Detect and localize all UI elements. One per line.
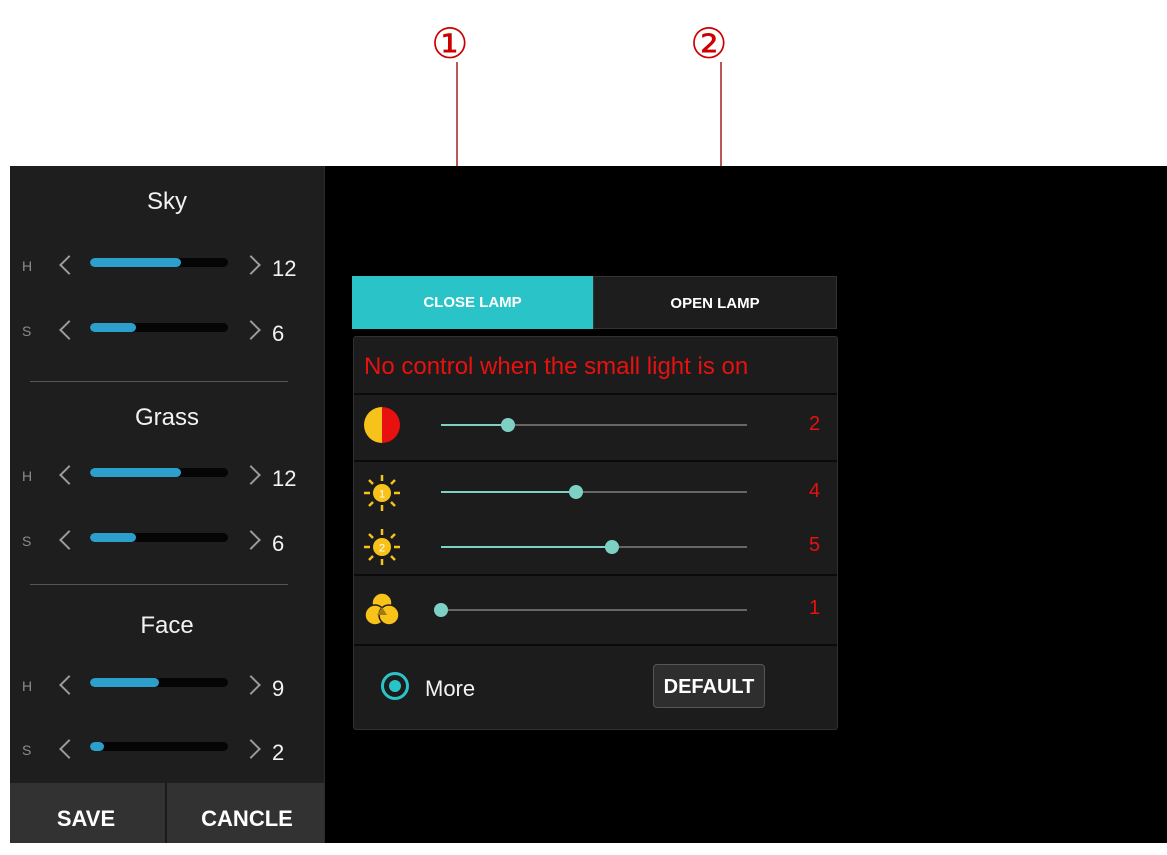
slider-fill bbox=[90, 323, 136, 332]
warning-text: No control when the small light is on bbox=[364, 353, 749, 380]
chevron-left-icon[interactable] bbox=[59, 255, 79, 275]
hue-label: H bbox=[22, 468, 33, 484]
chevron-left-icon[interactable] bbox=[59, 739, 79, 759]
divider bbox=[354, 574, 837, 576]
brightness-1-value: 4 bbox=[809, 480, 821, 502]
chevron-left-icon[interactable] bbox=[59, 320, 79, 340]
chevron-right-icon[interactable] bbox=[241, 320, 261, 340]
brightness-2-value: 5 bbox=[809, 534, 821, 556]
callout-1: ① bbox=[431, 19, 469, 68]
callout-2: ② bbox=[690, 19, 728, 68]
hue-label: H bbox=[22, 258, 33, 274]
slider-fill bbox=[90, 533, 136, 542]
section-title-sky: Sky bbox=[146, 188, 187, 215]
lamp-control-panel: No control when the small light is on 2 … bbox=[353, 336, 838, 730]
saturation-label: S bbox=[22, 533, 32, 549]
chevron-left-icon[interactable] bbox=[59, 465, 79, 485]
slider-fill bbox=[90, 258, 182, 267]
slider-track[interactable] bbox=[90, 742, 228, 751]
slider-track[interactable] bbox=[441, 485, 747, 499]
slider-track[interactable] bbox=[90, 468, 228, 477]
tab-open-lamp[interactable]: OPEN LAMP bbox=[593, 276, 837, 329]
chevron-right-icon[interactable] bbox=[241, 739, 261, 759]
chevron-right-icon[interactable] bbox=[241, 255, 261, 275]
contrast-icon bbox=[364, 407, 400, 443]
chevron-left-icon[interactable] bbox=[59, 675, 79, 695]
section-title-face: Face bbox=[140, 612, 194, 639]
slider-knob[interactable] bbox=[568, 485, 583, 499]
svg-text:2: 2 bbox=[379, 543, 385, 555]
divider bbox=[354, 644, 837, 646]
slider-track[interactable] bbox=[90, 678, 228, 687]
divider bbox=[30, 381, 288, 382]
saturation-label: S bbox=[22, 742, 32, 758]
slider-knob[interactable] bbox=[434, 603, 448, 617]
slider-track[interactable] bbox=[90, 533, 228, 542]
more-radio[interactable] bbox=[381, 672, 409, 700]
divider bbox=[30, 584, 288, 585]
cancel-button[interactable]: CANCLE bbox=[170, 783, 324, 843]
device-screen: Sky H 12 S 6 Grass H 12 S 6 Face H 9 S 2… bbox=[10, 166, 1167, 843]
svg-text:1: 1 bbox=[379, 489, 385, 501]
brightness-2-icon: 2 bbox=[364, 529, 400, 565]
divider bbox=[354, 460, 837, 462]
saturation-value: 6 bbox=[272, 321, 285, 346]
saturation-value: 6 bbox=[272, 531, 285, 556]
hue-value: 12 bbox=[272, 466, 297, 491]
contrast-value: 2 bbox=[809, 413, 821, 435]
slider-knob[interactable] bbox=[501, 418, 516, 432]
default-button[interactable]: DEFAULT bbox=[653, 664, 765, 708]
slider-track[interactable] bbox=[90, 258, 228, 267]
chevron-right-icon[interactable] bbox=[241, 675, 261, 695]
brightness-1-icon: 1 bbox=[364, 475, 400, 511]
chevron-right-icon[interactable] bbox=[241, 530, 261, 550]
slider-fill bbox=[441, 546, 613, 548]
radio-dot bbox=[389, 680, 401, 692]
color-mix-icon bbox=[364, 592, 400, 626]
slider-track[interactable] bbox=[441, 540, 747, 554]
hue-value: 9 bbox=[272, 676, 285, 701]
slider-fill bbox=[90, 468, 182, 477]
color-mix-value: 1 bbox=[809, 597, 821, 619]
slider-fill bbox=[441, 491, 576, 493]
lamp-tabs: CLOSE LAMP OPEN LAMP bbox=[352, 276, 837, 329]
saturation-value: 2 bbox=[272, 740, 285, 765]
saturation-label: S bbox=[22, 323, 32, 339]
bottom-bar: SAVE CANCLE bbox=[10, 783, 324, 843]
slider-track[interactable] bbox=[434, 603, 747, 617]
chevron-left-icon[interactable] bbox=[59, 530, 79, 550]
slider-track[interactable] bbox=[90, 323, 228, 332]
chevron-right-icon[interactable] bbox=[241, 465, 261, 485]
slider-knob[interactable] bbox=[605, 540, 620, 554]
hue-label: H bbox=[22, 678, 33, 694]
slider-fill bbox=[90, 678, 159, 687]
save-button[interactable]: SAVE bbox=[10, 783, 162, 843]
hue-value: 12 bbox=[272, 256, 297, 281]
color-adjust-panel: Sky H 12 S 6 Grass H 12 S 6 Face H 9 S 2… bbox=[10, 166, 325, 843]
slider-fill bbox=[441, 424, 509, 426]
more-label[interactable]: More bbox=[425, 676, 475, 702]
divider bbox=[354, 393, 837, 395]
slider-fill bbox=[90, 742, 104, 751]
slider-track[interactable] bbox=[441, 418, 747, 432]
divider bbox=[165, 783, 167, 843]
tab-close-lamp[interactable]: CLOSE LAMP bbox=[352, 276, 593, 329]
section-title-grass: Grass bbox=[134, 404, 199, 431]
